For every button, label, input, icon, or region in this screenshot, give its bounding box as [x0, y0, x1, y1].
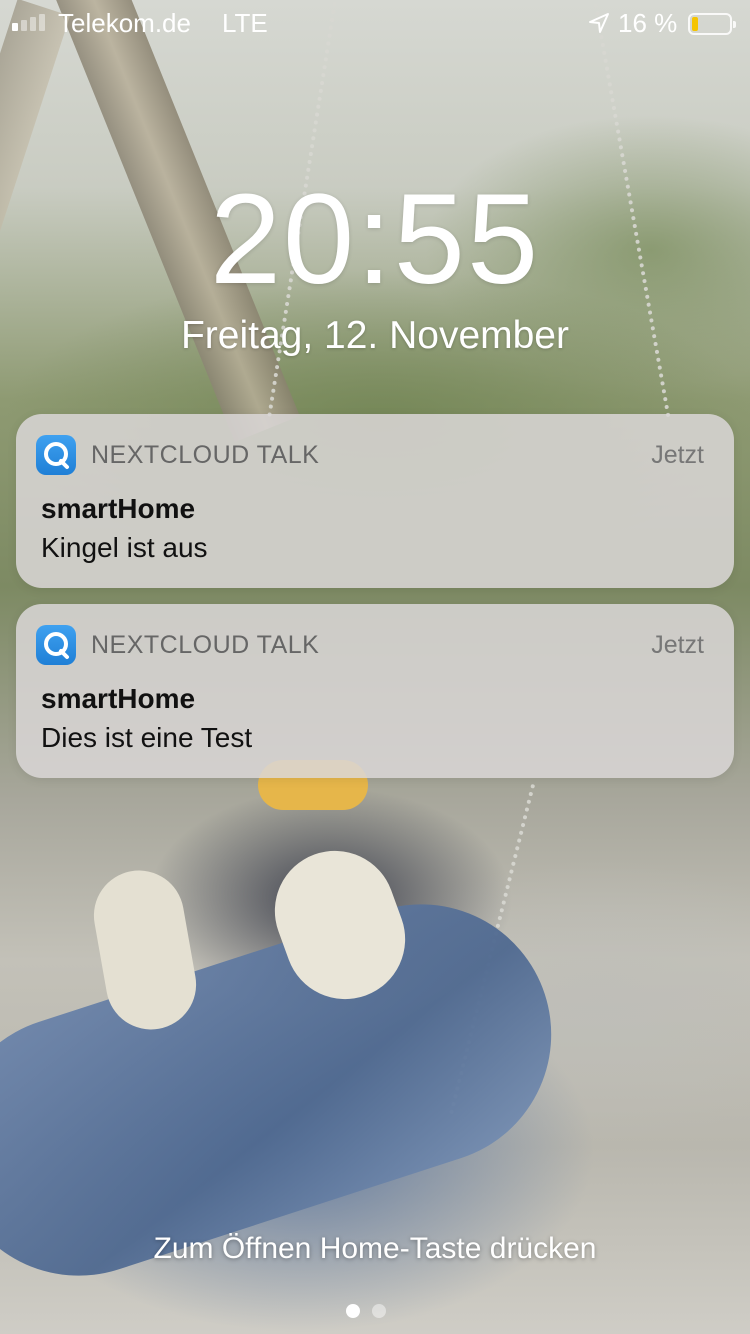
page-dot-active: [346, 1304, 360, 1318]
notification-title: smartHome: [41, 493, 196, 524]
notification-body: Dies ist eine Test: [41, 722, 253, 753]
location-arrow-icon: [589, 13, 609, 33]
carrier-name: Telekom.de: [58, 8, 191, 38]
lock-screen: Telekom.de LTE 16 % 20:55 Freitag, 12. N…: [0, 0, 750, 1334]
lockscreen-date: Freitag, 12. November: [180, 314, 569, 357]
battery-icon: [688, 13, 736, 35]
page-indicator: [346, 1304, 386, 1318]
notification-body: Kingel ist aus: [41, 532, 208, 563]
nextcloud-talk-icon: [36, 625, 76, 665]
notification-time: Jetzt: [651, 441, 704, 469]
unlock-hint: Zum Öffnen Home-Taste drücken: [153, 1232, 597, 1265]
notification-app-name: NEXTCLOUD TALK: [91, 631, 320, 659]
network-type: LTE: [222, 8, 268, 38]
notification-app-name: NEXTCLOUD TALK: [91, 441, 320, 469]
signal-strength-icon: [12, 14, 45, 31]
notification-title: smartHome: [41, 683, 196, 714]
notification-time: Jetzt: [651, 631, 704, 659]
battery-level: [692, 17, 698, 31]
wallpaper-child-shoe: [86, 863, 204, 1037]
status-bar: Telekom.de LTE 16 %: [0, 0, 750, 48]
page-dot: [372, 1304, 386, 1318]
battery-percentage: 16 %: [618, 8, 678, 38]
notification-card[interactable]: NEXTCLOUD TALK Jetzt smartHome Kingel is…: [16, 414, 734, 588]
notification-card[interactable]: NEXTCLOUD TALK Jetzt smartHome Dies ist …: [16, 604, 734, 778]
nextcloud-talk-icon: [36, 435, 76, 475]
lockscreen-time: 20:55: [209, 168, 541, 311]
wallpaper-child-shoe: [257, 834, 423, 1016]
wallpaper-chain: [449, 783, 541, 1117]
